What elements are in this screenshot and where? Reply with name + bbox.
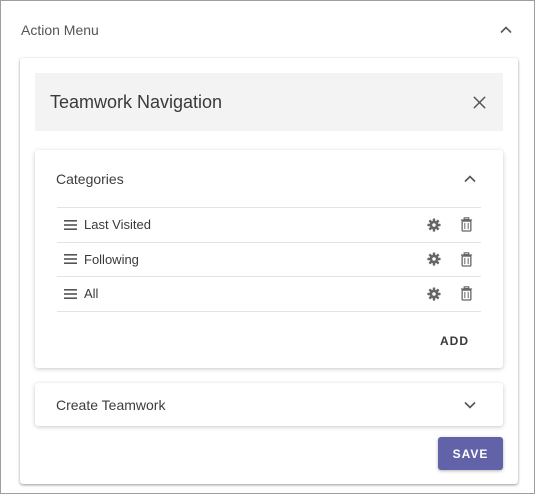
categories-header[interactable]: Categories	[35, 150, 503, 208]
list-item-label: Last Visited	[84, 217, 151, 233]
chevron-down-icon[interactable]	[463, 398, 477, 412]
trash-icon[interactable]	[459, 217, 473, 232]
create-teamwork-panel[interactable]: Create Teamwork	[35, 383, 503, 426]
action-menu-panel: Action Menu Teamwork Navigation Categori…	[0, 0, 535, 494]
categories-panel: Categories Last Visited Following All AD…	[35, 150, 503, 368]
chevron-up-icon[interactable]	[463, 172, 477, 186]
chevron-up-icon[interactable]	[499, 23, 513, 37]
drag-handle-icon[interactable]	[64, 288, 77, 300]
categories-list: Last Visited Following All	[57, 207, 481, 312]
trash-icon[interactable]	[459, 252, 473, 267]
gear-icon[interactable]	[427, 252, 441, 267]
drag-handle-icon[interactable]	[64, 219, 77, 231]
categories-title: Categories	[56, 171, 124, 187]
create-teamwork-title: Create Teamwork	[56, 396, 166, 413]
list-item[interactable]: Following	[57, 243, 481, 277]
drag-handle-icon[interactable]	[64, 253, 77, 265]
gear-icon[interactable]	[427, 286, 441, 301]
teamwork-navigation-header: Teamwork Navigation	[35, 73, 503, 131]
list-item-label: Following	[84, 251, 139, 267]
list-item[interactable]: Last Visited	[57, 208, 481, 243]
save-button[interactable]: SAVE	[438, 437, 503, 470]
close-icon[interactable]	[471, 94, 487, 110]
teamwork-navigation-card: Teamwork Navigation Categories Last Visi…	[20, 58, 518, 484]
teamwork-navigation-title: Teamwork Navigation	[50, 91, 223, 112]
action-menu-header[interactable]: Action Menu	[2, 2, 535, 57]
trash-icon[interactable]	[459, 286, 473, 301]
gear-icon[interactable]	[427, 217, 441, 232]
add-category-button[interactable]: ADD	[440, 334, 469, 348]
list-item-label: All	[84, 286, 99, 302]
action-menu-title: Action Menu	[21, 21, 99, 38]
list-item[interactable]: All	[57, 277, 481, 312]
